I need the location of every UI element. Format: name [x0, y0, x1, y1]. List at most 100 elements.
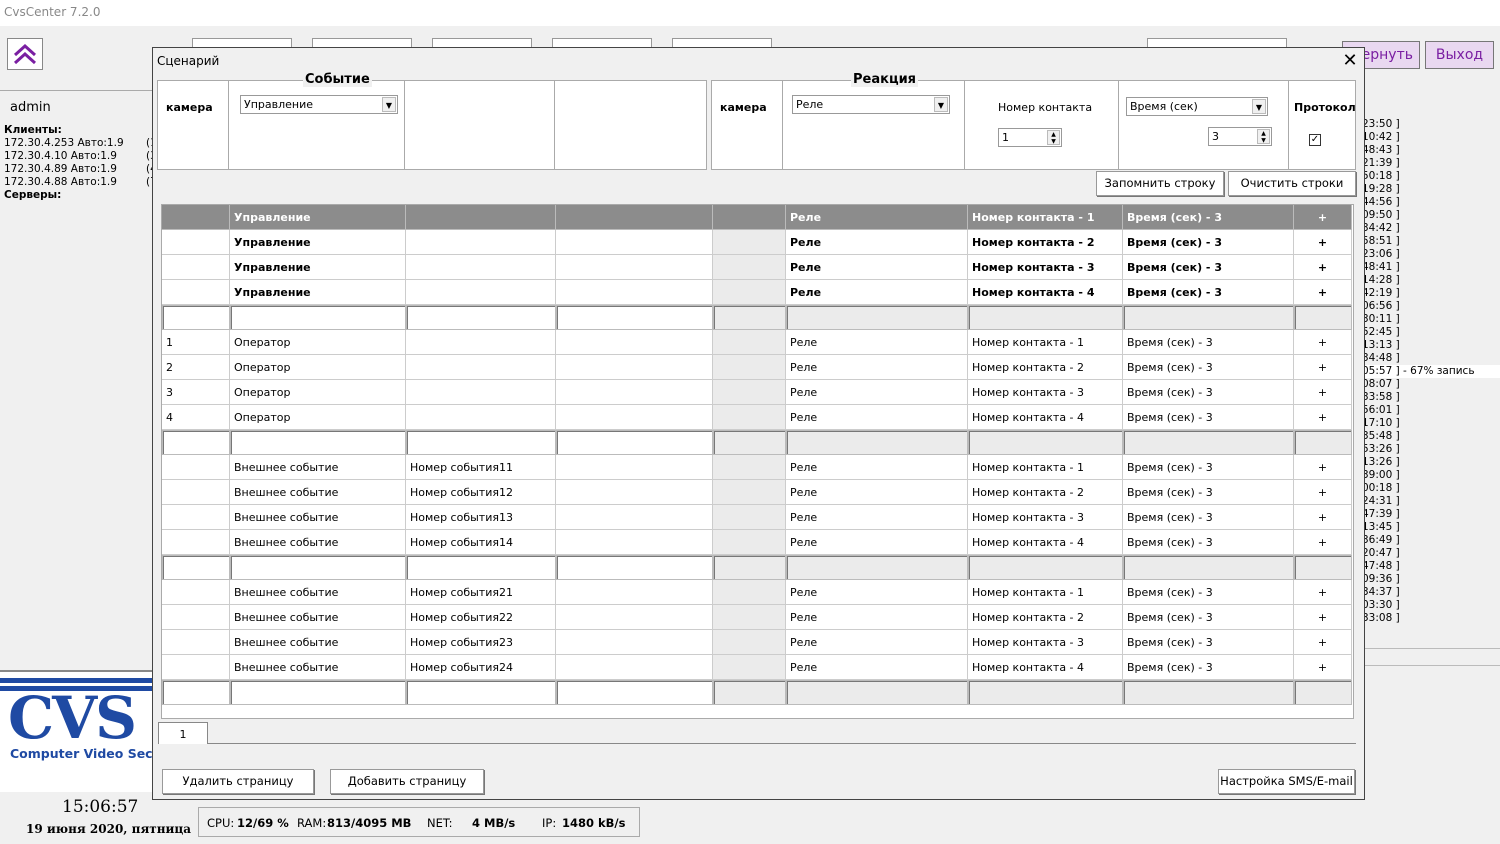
table-cell[interactable]: [406, 380, 556, 405]
table-cell[interactable]: [162, 205, 230, 230]
table-cell[interactable]: [162, 230, 230, 255]
table-cell[interactable]: Внешнее событие: [230, 630, 406, 655]
table-cell[interactable]: Реле: [786, 330, 968, 355]
table-row[interactable]: Управление Реле Номер контакта - 2 Время (с…: [162, 230, 1353, 255]
table-cell[interactable]: [162, 455, 230, 480]
table-cell[interactable]: +: [1294, 480, 1352, 505]
close-icon[interactable]: ✕: [1339, 50, 1361, 72]
table-cell[interactable]: Оператор: [230, 330, 406, 355]
table-cell[interactable]: [556, 505, 713, 530]
table-cell[interactable]: Номер контакта - 1: [968, 330, 1123, 355]
table-cell[interactable]: Реле: [786, 505, 968, 530]
table-row[interactable]: Внешнее событие Номер события23 Реле Номер …: [162, 630, 1353, 655]
table-cell[interactable]: [162, 555, 230, 580]
table-cell[interactable]: [1294, 555, 1352, 580]
table-cell[interactable]: Внешнее событие: [230, 505, 406, 530]
table-cell[interactable]: Номер контакта - 1: [968, 455, 1123, 480]
table-cell[interactable]: Управление: [230, 230, 406, 255]
table-cell[interactable]: +: [1294, 405, 1352, 430]
table-cell[interactable]: +: [1294, 455, 1352, 480]
table-cell[interactable]: Реле: [786, 455, 968, 480]
table-cell[interactable]: Реле: [786, 380, 968, 405]
table-cell[interactable]: [406, 355, 556, 380]
table-row[interactable]: 2 Оператор Реле Номер контакта - 2 Время (се…: [162, 355, 1353, 380]
table-row[interactable]: [162, 430, 1353, 455]
table-cell[interactable]: +: [1294, 230, 1352, 255]
table-cell[interactable]: Номер контакта - 3: [968, 255, 1123, 280]
table-cell[interactable]: Время (сек) - 3: [1123, 455, 1294, 480]
table-cell[interactable]: Время (сек) - 3: [1123, 280, 1294, 305]
table-cell[interactable]: [713, 630, 786, 655]
table-cell[interactable]: [556, 205, 713, 230]
table-cell[interactable]: [968, 430, 1123, 455]
table-cell[interactable]: [968, 305, 1123, 330]
table-cell[interactable]: [713, 580, 786, 605]
table-cell[interactable]: Время (сек) - 3: [1123, 605, 1294, 630]
table-cell[interactable]: [556, 580, 713, 605]
table-row[interactable]: Внешнее событие Номер события11 Реле Номер …: [162, 455, 1353, 480]
client-item[interactable]: 172.30.4.10 Авто:1.9(3: [4, 150, 157, 163]
table-cell[interactable]: [556, 330, 713, 355]
exit-button[interactable]: Выход: [1425, 41, 1494, 69]
table-cell[interactable]: [1123, 430, 1294, 455]
table-cell[interactable]: Номер события12: [406, 480, 556, 505]
table-cell[interactable]: [556, 530, 713, 555]
table-cell[interactable]: Номер события14: [406, 530, 556, 555]
table-cell[interactable]: [162, 655, 230, 680]
table-cell[interactable]: [556, 480, 713, 505]
table-cell[interactable]: +: [1294, 330, 1352, 355]
table-cell[interactable]: Реле: [786, 605, 968, 630]
table-cell[interactable]: Номер события21: [406, 580, 556, 605]
table-cell[interactable]: [230, 430, 406, 455]
table-cell[interactable]: Номер контакта - 2: [968, 230, 1123, 255]
remember-row-button[interactable]: Запомнить строку: [1096, 171, 1224, 196]
table-row[interactable]: 4 Оператор Реле Номер контакта - 4 Время (се…: [162, 405, 1353, 430]
table-cell[interactable]: Управление: [230, 255, 406, 280]
table-cell[interactable]: [713, 555, 786, 580]
table-cell[interactable]: Оператор: [230, 355, 406, 380]
table-cell[interactable]: +: [1294, 205, 1352, 230]
table-cell[interactable]: +: [1294, 530, 1352, 555]
table-cell[interactable]: [1123, 305, 1294, 330]
table-cell[interactable]: [713, 330, 786, 355]
table-cell[interactable]: [1294, 430, 1352, 455]
table-cell[interactable]: [230, 305, 406, 330]
table-cell[interactable]: [406, 330, 556, 355]
table-cell[interactable]: Реле: [786, 405, 968, 430]
table-cell[interactable]: Внешнее событие: [230, 480, 406, 505]
table-cell[interactable]: [556, 630, 713, 655]
table-cell[interactable]: Время (сек) - 3: [1123, 355, 1294, 380]
table-cell[interactable]: Внешнее событие: [230, 530, 406, 555]
table-cell[interactable]: Время (сек) - 3: [1123, 255, 1294, 280]
table-cell[interactable]: [556, 455, 713, 480]
table-cell[interactable]: Время (сек) - 3: [1123, 580, 1294, 605]
table-cell[interactable]: [1123, 555, 1294, 580]
table-cell[interactable]: Номер события11: [406, 455, 556, 480]
table-cell[interactable]: Время (сек) - 3: [1123, 380, 1294, 405]
table-cell[interactable]: [713, 230, 786, 255]
table-cell[interactable]: [556, 255, 713, 280]
table-row[interactable]: Управление Реле Номер контакта - 4 Время (с…: [162, 280, 1353, 305]
table-cell[interactable]: [1294, 680, 1352, 705]
table-cell[interactable]: Время (сек) - 3: [1123, 505, 1294, 530]
table-row[interactable]: Внешнее событие Номер события13 Реле Номер …: [162, 505, 1353, 530]
page-tab[interactable]: 1: [158, 722, 208, 744]
table-cell[interactable]: [406, 280, 556, 305]
table-cell[interactable]: [968, 555, 1123, 580]
table-cell[interactable]: [230, 555, 406, 580]
table-cell[interactable]: Время (сек) - 3: [1123, 480, 1294, 505]
table-cell[interactable]: [406, 305, 556, 330]
table-row[interactable]: Внешнее событие Номер события24 Реле Номер …: [162, 655, 1353, 680]
table-cell[interactable]: Реле: [786, 655, 968, 680]
table-cell[interactable]: Время (сек) - 3: [1123, 530, 1294, 555]
table-row[interactable]: Внешнее событие Номер события22 Реле Номер …: [162, 605, 1353, 630]
table-cell[interactable]: [556, 555, 713, 580]
table-cell[interactable]: [713, 205, 786, 230]
sms-email-settings-button[interactable]: Настройка SMS/E-mail: [1218, 769, 1355, 794]
table-row[interactable]: [162, 680, 1353, 705]
table-cell[interactable]: +: [1294, 380, 1352, 405]
table-cell[interactable]: [556, 305, 713, 330]
contact-stepper[interactable]: 1 ▲ ▼: [998, 128, 1062, 147]
table-cell[interactable]: [713, 280, 786, 305]
table-cell[interactable]: Время (сек) - 3: [1123, 205, 1294, 230]
